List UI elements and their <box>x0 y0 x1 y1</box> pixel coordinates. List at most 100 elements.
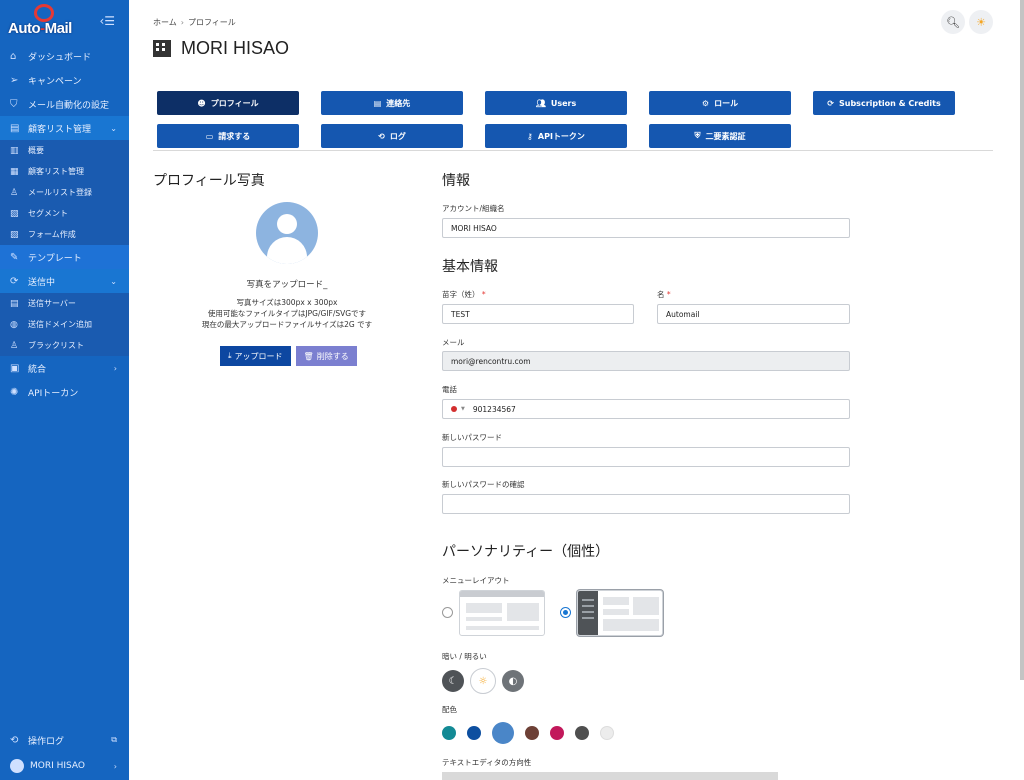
tab-two-factor[interactable]: ⛨ 二要素認証 <box>649 124 791 148</box>
confirm-password-input[interactable] <box>442 494 850 514</box>
moon-icon: ☾ <box>448 675 458 687</box>
sidebar-subitem-segment[interactable]: ▧ セグメント <box>0 203 129 224</box>
search-button[interactable]: 🔍︎ <box>941 10 965 34</box>
new-password-input[interactable] <box>442 447 850 467</box>
color-swatch-5[interactable] <box>550 726 564 740</box>
tab-subscription[interactable]: ⟳ Subscription & Credits <box>813 91 955 115</box>
sidebar-item-integration[interactable]: ▣ 統合 › <box>0 356 129 380</box>
light-mode-button[interactable]: ☼ <box>470 668 496 694</box>
layout-left-card[interactable] <box>577 590 663 636</box>
sidebar-item-sending[interactable]: ⟳ 送信中 ⌄ <box>0 269 129 293</box>
sidebar-subitem-blacklist[interactable]: ♙ ブラックリスト <box>0 335 129 356</box>
basic-info-heading: 基本情報 <box>442 258 498 274</box>
shield-check-icon: ⛨ <box>694 131 701 140</box>
sidebar-item-automation[interactable]: ⛉ メール自動化の設定 <box>0 92 129 116</box>
table-icon: ▦ <box>10 166 19 177</box>
upload-title: 写真をアップロード_ <box>246 280 328 290</box>
home-icon: ⌂ <box>10 50 17 62</box>
email-input: mori@rencontru.com <box>442 351 850 371</box>
menu-layout-label: メニューレイアウト <box>442 576 510 585</box>
tab-contacts[interactable]: ▤ 連絡先 <box>321 91 463 115</box>
color-swatch-4[interactable] <box>525 726 539 740</box>
sidebar-item-activity-log[interactable]: ⟲ 操作ログ ⧉ <box>0 728 129 752</box>
sidebar-subitem-mail-list[interactable]: ♙ メールリスト登録 <box>0 182 129 203</box>
collapse-sidebar-icon[interactable]: ‹☰ <box>99 14 115 28</box>
sidebar-item-dashboard[interactable]: ⌂ ダッシュボード <box>0 44 129 68</box>
first-name-label: 名 * <box>657 290 671 299</box>
users-icon: 👥︎ <box>535 98 546 108</box>
tab-billing[interactable]: ▭ 請求する <box>157 124 299 148</box>
color-swatch-6[interactable] <box>575 726 589 740</box>
first-name-input[interactable]: Automail <box>657 304 850 324</box>
theme-toggle-button[interactable]: ☀ <box>969 10 993 34</box>
editor-direction-bar <box>442 772 778 780</box>
sidebar-item-customer-list[interactable]: ▤ 顧客リスト管理 ⌄ <box>0 116 129 140</box>
color-scheme-label: 配色 <box>442 705 457 714</box>
external-link-icon: ⧉ <box>111 735 117 744</box>
tab-log[interactable]: ⟲ ログ <box>321 124 463 148</box>
api-icon: ✺ <box>10 386 19 398</box>
delete-photo-button[interactable]: 🗑︎ 削除する <box>295 346 357 366</box>
contrast-icon: ◐ <box>508 675 518 687</box>
sidebar-item-user[interactable]: MORI HISAO › <box>0 752 129 780</box>
edit-icon: ✎ <box>10 251 19 263</box>
sidebar-nav: ⌂ ダッシュボード ➢ キャンペーン ⛉ メール自動化の設定 ▤ 顧客リスト管理 ⌄ <box>0 44 129 140</box>
globe-icon: ◍ <box>10 319 18 330</box>
sidebar-subitem-domain[interactable]: ◍ 送信ドメイン追加 <box>0 314 129 335</box>
phone-input[interactable]: ▼ 901234567 <box>442 399 850 419</box>
sidebar-item-template[interactable]: ✎ テンプレート <box>0 245 129 269</box>
sidebar-item-api-token[interactable]: ✺ APIトーカン <box>0 380 129 404</box>
color-swatch-1[interactable] <box>442 726 456 740</box>
list-icon: ▤ <box>10 122 20 134</box>
sidebar-subitem-server[interactable]: ▤ 送信サーバー <box>0 293 129 314</box>
color-swatch-3[interactable] <box>492 722 514 744</box>
page-scrollbar[interactable] <box>1020 0 1024 680</box>
chevron-right-icon: › <box>113 363 117 373</box>
form-icon: ▨ <box>10 229 19 240</box>
history-icon: ⟲ <box>10 734 19 746</box>
app-logo[interactable]: Auto-Mail <box>8 4 80 37</box>
upload-description: 写真サイズは300px x 300px 使用可能なファイルタイプはJPG/GIF… <box>201 298 373 329</box>
layout-top-card[interactable] <box>459 590 545 636</box>
last-name-input[interactable]: TEST <box>442 304 634 324</box>
tab-role[interactable]: ⚙ ロール <box>649 91 791 115</box>
breadcrumb-current: プロフィール <box>187 18 236 27</box>
chevron-right-icon: › <box>113 761 117 771</box>
account-name-input[interactable]: MORI HISAO <box>442 218 850 238</box>
sidebar-item-campaign[interactable]: ➢ キャンペーン <box>0 68 129 92</box>
color-swatch-2[interactable] <box>467 726 481 740</box>
role-icon: ⚙ <box>701 98 710 108</box>
sidebar-subitem-overview[interactable]: ▥ 概要 <box>0 140 129 161</box>
sidebar-bottom: ⟲ 操作ログ ⧉ MORI HISAO › <box>0 728 129 780</box>
tab-profile[interactable]: ☻ プロフィール <box>157 91 299 115</box>
caret-down-icon[interactable]: ▼ <box>461 406 465 412</box>
auto-mode-button[interactable]: ◐ <box>502 670 524 692</box>
top-actions: 🔍︎ ☀ <box>941 10 993 34</box>
confirm-password-label: 新しいパスワードの確認 <box>442 480 525 489</box>
sidebar-nav-2: ✎ テンプレート ⟳ 送信中 ⌄ <box>0 245 129 293</box>
layout-top-radio[interactable] <box>442 607 453 618</box>
sending-submenu: ▤ 送信サーバー ◍ 送信ドメイン追加 ♙ ブラックリスト <box>0 293 129 356</box>
dark-mode-button[interactable]: ☾ <box>442 670 464 692</box>
account-label: アカウント/組織名 <box>442 204 505 213</box>
breadcrumb-home[interactable]: ホーム <box>153 18 177 27</box>
shield-icon: ⛉ <box>10 98 18 110</box>
upload-button[interactable]: ⤓ アップロード <box>220 346 291 366</box>
new-password-label: 新しいパスワード <box>442 433 502 442</box>
tab-users[interactable]: 👥︎ Users <box>485 91 627 115</box>
sidebar-subitem-form[interactable]: ▨ フォーム作成 <box>0 224 129 245</box>
layout-left-radio[interactable] <box>560 607 571 618</box>
chevron-down-icon: ⌄ <box>110 276 117 286</box>
page-title: MORI HISAO <box>153 38 289 59</box>
profile-avatar <box>256 202 318 264</box>
bar-chart-icon: ▥ <box>10 145 19 156</box>
japan-flag-icon[interactable] <box>451 406 457 412</box>
tab-api-token[interactable]: ⚷ APIトークン <box>485 124 627 148</box>
personality-heading: パーソナリティー（個性） <box>442 543 610 559</box>
sidebar-subitem-customer-list[interactable]: ▦ 顧客リスト管理 <box>0 161 129 182</box>
color-swatch-7[interactable] <box>600 726 614 740</box>
breadcrumb: ホーム › プロフィール <box>153 18 236 27</box>
main-content: ホーム › プロフィール MORI HISAO 🔍︎ ☀ ☻ プロフィール ▤ 連絡先 … <box>129 0 1009 780</box>
card-icon: ▭ <box>205 131 214 141</box>
customer-submenu: ▥ 概要 ▦ 顧客リスト管理 ♙ メールリスト登録 ▧ セグメント ▨ フォーム作成 <box>0 140 129 245</box>
